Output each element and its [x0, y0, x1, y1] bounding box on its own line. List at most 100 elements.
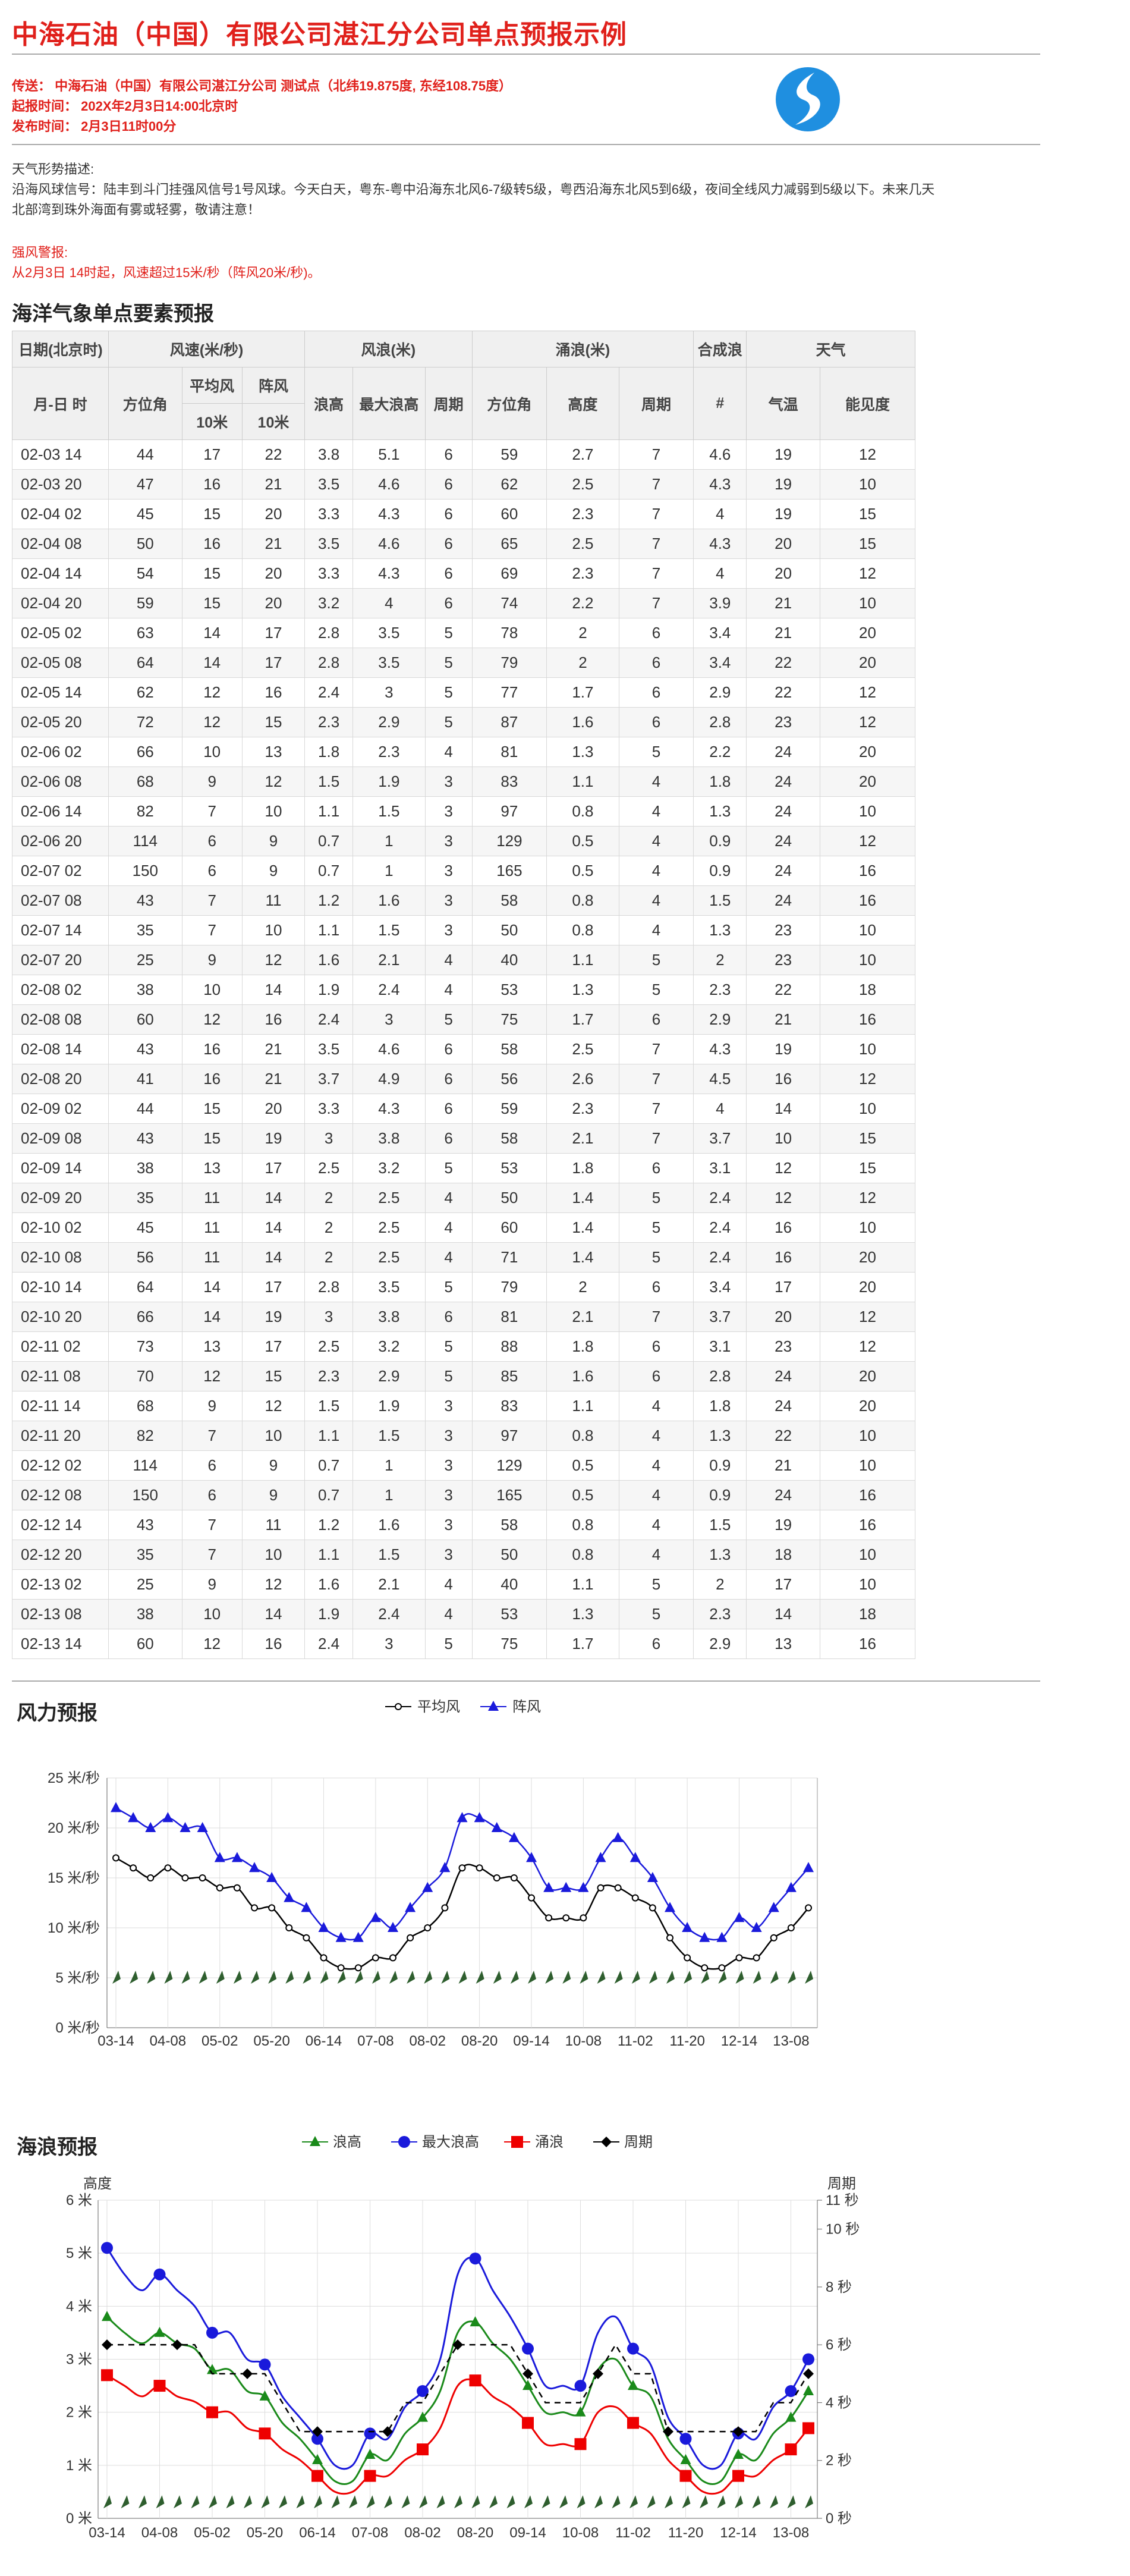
table-cell: 21: [746, 588, 820, 618]
divider: [12, 1680, 1040, 1682]
table-cell: 54: [108, 558, 182, 589]
table-row: 02-13 02 25 9 12 1.6 2.1 4 40 1.1 5 2 17 10: [11, 1569, 916, 1600]
y-tick-label-right: 0 秒: [826, 2511, 852, 2527]
table-cell: 21: [746, 1004, 820, 1035]
table-cell: 4: [618, 885, 694, 916]
y-tick-label: 5 米/秒: [55, 1970, 100, 1986]
table-cell: 12: [819, 826, 916, 856]
table-cell: 1.5: [693, 1510, 747, 1540]
table-cell: 4.3: [693, 1034, 747, 1064]
table-cell: 2.2: [546, 588, 619, 618]
table-cell: 5: [424, 677, 473, 708]
table-row: 02-10 02 45 11 14 2 2.5 4 60 1.4 5 2.4 16 10: [11, 1212, 916, 1243]
table-cell: 41: [108, 1064, 182, 1094]
table-cell: 17: [746, 1272, 820, 1302]
table-cell: 6: [618, 618, 694, 648]
table-row: 02-03 20 47 16 21 3.5 4.6 6 62 2.5 7 4.3 19 10: [11, 469, 916, 500]
table-cell: 60: [108, 1629, 182, 1659]
table-cell: 9: [241, 1450, 306, 1481]
data-point: [803, 2368, 814, 2379]
table-cell: 12: [181, 707, 243, 737]
table-cell: 43: [108, 1123, 182, 1154]
table-cell: 5: [618, 975, 694, 1005]
wave-direction-icon: [682, 2495, 691, 2509]
table-cell: 18: [746, 1540, 820, 1570]
wave-direction-markers: [103, 2495, 813, 2509]
table-cell: 2.3: [546, 1094, 619, 1124]
table-cell: 6: [424, 1064, 473, 1094]
table-row: 02-05 02 63 14 17 2.8 3.5 5 78 2 6 3.4 21 20: [11, 618, 916, 648]
table-cell: 53: [471, 1153, 547, 1183]
table-cell: 35: [108, 1183, 182, 1213]
data-point: [311, 2470, 323, 2482]
page-title: 中海石油（中国）有限公司湛江分公司单点预报示例: [12, 20, 627, 49]
table-cell: 1.5: [352, 1421, 426, 1451]
table-cell: 18: [819, 1599, 916, 1629]
table-cell: 4: [693, 499, 747, 529]
table-cell: 1.6: [304, 1569, 354, 1600]
start-label: 起报时间：: [12, 99, 78, 114]
wave-direction-icon: [419, 2495, 427, 2509]
weather-description: 天气形势描述: 沿海风球信号：陆丰到斗门挂强风信号1号风球。今天白天，粤东-粤中…: [12, 159, 939, 220]
data-point: [805, 1904, 812, 1912]
table-row: 02-06 20 114 6 9 0.7 1 3 129 0.5 4 0.9 24 12: [11, 826, 916, 856]
table-cell: 165: [471, 856, 547, 886]
table-cell: 19: [746, 439, 820, 470]
table-cell: 58: [471, 1123, 547, 1154]
table-cell: 20: [241, 588, 306, 618]
table-cell: 40: [471, 1569, 547, 1600]
table-cell: 4: [424, 1242, 473, 1273]
table-cell: 10: [181, 737, 243, 767]
description-text: 沿海风球信号：陆丰到斗门挂强风信号1号风球。今天白天，粤东-粤中沿海东北风6-7…: [12, 182, 935, 217]
table-cell: 1.1: [546, 1391, 619, 1421]
col-wave: 风浪(米): [304, 331, 473, 367]
table-row: 02-12 14 43 7 11 1.2 1.6 3 58 0.8 4 1.5 19 16: [11, 1510, 916, 1540]
table-cell: 20: [819, 766, 916, 797]
table-cell: 3.4: [693, 618, 747, 648]
wave-direction-icon: [314, 2495, 322, 2509]
table-cell: 58: [471, 1034, 547, 1064]
table-cell: 35: [108, 1540, 182, 1570]
col-wave-period: 周期: [424, 367, 473, 440]
table-cell: 38: [108, 1153, 182, 1183]
table-cell: 1.1: [546, 766, 619, 797]
table-cell: 3.5: [304, 529, 354, 559]
table-cell: 02-10 08: [11, 1242, 109, 1273]
table-cell: 4.6: [693, 439, 747, 470]
table-cell: 10: [241, 1421, 306, 1451]
table-row: 02-07 08 43 7 11 1.2 1.6 3 58 0.8 4 1.5 24 16: [11, 885, 916, 916]
table-row: 02-11 20 82 7 10 1.1 1.5 3 97 0.8 4 1.3 22 10: [11, 1421, 916, 1451]
data-point: [575, 2406, 586, 2417]
wave-direction-icon: [366, 2495, 375, 2509]
table-cell: 14: [241, 975, 306, 1005]
data-point: [164, 1864, 172, 1872]
data-point: [732, 2470, 744, 2482]
table-cell: 12: [241, 945, 306, 975]
wave-direction-icon: [384, 2495, 392, 2509]
table-cell: 1.9: [304, 975, 354, 1005]
y-tick-label: 0 米/秒: [55, 2020, 100, 2036]
table-cell: 10: [819, 1421, 916, 1451]
data-point: [101, 2369, 113, 2382]
data-point: [718, 1964, 726, 1972]
data-point: [469, 2253, 481, 2265]
col-wave-height: 浪高: [304, 367, 354, 440]
table-cell: 9: [181, 945, 243, 975]
table-cell: 15: [181, 588, 243, 618]
wind-legend: 平均风 阵风: [385, 1699, 541, 1715]
table-cell: 0.9: [693, 856, 747, 886]
wind-barb-icon: [251, 1971, 259, 1984]
table-cell: 1.6: [546, 707, 619, 737]
wave-direction-icon: [174, 2495, 182, 2509]
table-cell: 5: [618, 1569, 694, 1600]
table-cell: 2.4: [304, 677, 354, 708]
wave-direction-icon: [577, 2495, 586, 2509]
table-cell: 9: [181, 766, 243, 797]
data-point: [574, 2438, 587, 2451]
series-3: [102, 2339, 814, 2437]
table-cell: 6: [618, 1331, 694, 1362]
data-point: [303, 1934, 310, 1942]
wind-barb-icon: [753, 1971, 761, 1984]
data-point: [268, 1904, 276, 1912]
table-cell: 0.8: [546, 1421, 619, 1451]
